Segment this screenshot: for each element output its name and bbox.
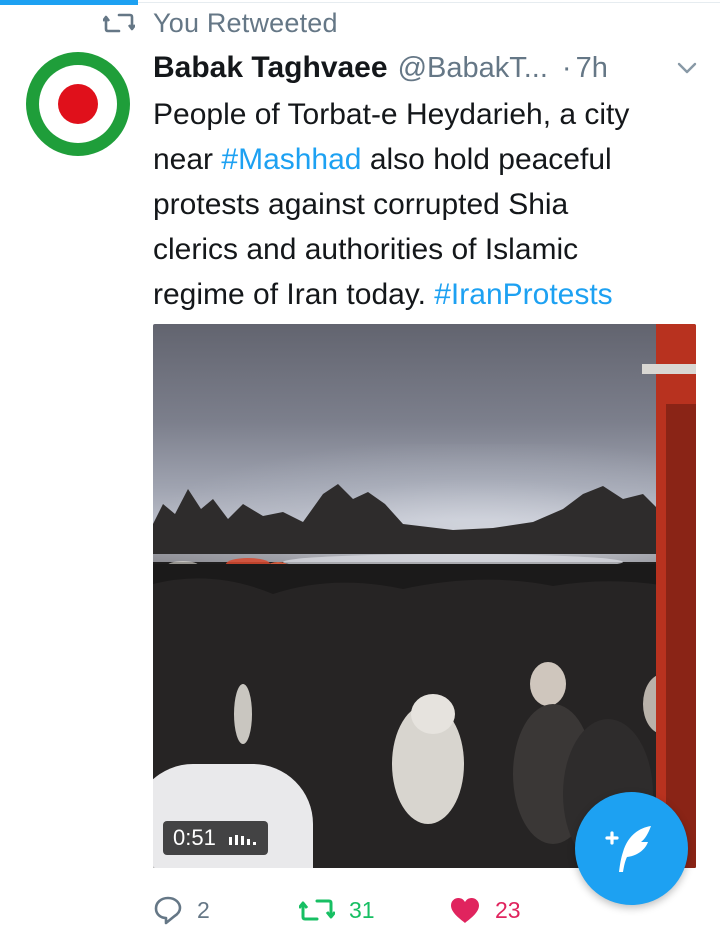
- heart-icon: [451, 898, 479, 923]
- tweet-text-line: near #Mashhad also hold peaceful: [153, 137, 713, 182]
- social-context-label: You Retweeted: [153, 7, 338, 38]
- retweet-icon: [299, 899, 335, 921]
- volume-bars-icon: [228, 835, 256, 845]
- reply-icon: [154, 896, 182, 925]
- compose-tweet-icon: [605, 826, 651, 872]
- video-duration-badge: 0:51: [163, 821, 268, 855]
- tweet-text-line: protests against corrupted Shia: [153, 188, 569, 221]
- avatar-dot: [58, 84, 98, 124]
- retweet-count: 31: [349, 896, 375, 923]
- author-name[interactable]: Babak Taghvaee: [153, 51, 388, 85]
- text-segment: also hold peaceful: [361, 143, 612, 176]
- social-context: You Retweeted: [103, 8, 338, 38]
- hashtag-link-iranprotests[interactable]: #IranProtests: [434, 278, 612, 311]
- tweet-text-line: clerics and authorities of Islamic: [153, 233, 579, 266]
- author-handle[interactable]: @BabakT...: [398, 52, 548, 85]
- reply-count: 2: [197, 896, 210, 923]
- text-segment: near: [153, 143, 222, 176]
- retweet-icon: [103, 13, 135, 33]
- tweet-header: Babak Taghvaee @BabakT... · 7h: [153, 48, 708, 88]
- video-media[interactable]: 0:51: [153, 324, 696, 868]
- reply-button[interactable]: 2: [153, 888, 210, 932]
- header-separator: ·: [561, 51, 572, 84]
- tweet-text: People of Torbat-e Heydarieh, a city nea…: [153, 92, 713, 317]
- tweet-text-line: People of Torbat-e Heydarieh, a city: [153, 98, 630, 131]
- author-avatar[interactable]: [26, 52, 130, 156]
- tweet-text-line: regime of Iran today. #IranProtests: [153, 272, 713, 317]
- progress-fill: [0, 0, 138, 5]
- hashtag-link-mashhad[interactable]: #Mashhad: [221, 143, 361, 176]
- top-progress-bar: [0, 0, 720, 5]
- like-button[interactable]: 23: [449, 888, 521, 932]
- tweet-time[interactable]: 7h: [576, 52, 608, 85]
- video-treeline: [153, 484, 696, 554]
- retweet-button[interactable]: 31: [299, 888, 375, 932]
- progress-track: [138, 2, 720, 3]
- compose-tweet-button[interactable]: [575, 792, 688, 905]
- chevron-down-icon[interactable]: [676, 60, 698, 76]
- like-count: 23: [495, 896, 521, 923]
- text-segment: regime of Iran today.: [153, 278, 435, 311]
- video-red-pole: [642, 324, 696, 868]
- video-duration: 0:51: [173, 825, 216, 850]
